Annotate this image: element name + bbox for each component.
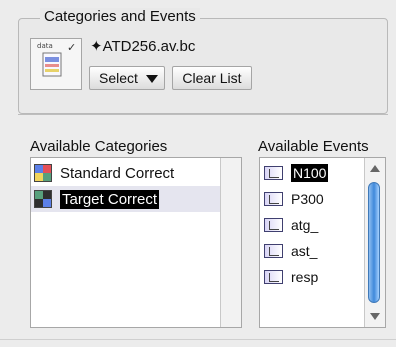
available-events-list[interactable]: N100 P300 atg_ ast_ resp — [259, 157, 386, 328]
event-icon — [264, 166, 283, 180]
file-path-label: ✦ATD256.av.bc — [90, 38, 196, 55]
section-divider — [18, 114, 388, 115]
event-ast[interactable]: ast_ — [260, 238, 365, 264]
clear-list-button[interactable]: Clear List — [172, 66, 252, 90]
checkmark-icon: ✓ — [67, 42, 77, 54]
document-icon — [42, 52, 62, 77]
available-categories-heading: Available Categories — [30, 138, 168, 155]
events-scrollbar[interactable] — [364, 158, 385, 327]
categories-scrollbar[interactable] — [220, 158, 241, 327]
select-button-label: Select — [99, 70, 138, 86]
event-icon — [264, 270, 283, 284]
event-icon — [264, 218, 283, 232]
color-grid-icon — [34, 164, 52, 182]
group-title: Categories and Events — [40, 8, 200, 25]
color-grid-icon — [34, 190, 52, 208]
scroll-down-icon[interactable] — [370, 313, 380, 320]
event-resp[interactable]: resp — [260, 264, 365, 290]
scroll-up-icon[interactable] — [370, 165, 380, 172]
window-bottom-border — [0, 339, 396, 340]
category-standard-correct[interactable]: Standard Correct — [31, 160, 222, 186]
data-file-thumbnail[interactable]: data ✓ — [30, 38, 82, 90]
select-dropdown-button[interactable]: Select — [89, 66, 165, 90]
event-label: resp — [291, 269, 319, 285]
event-n100[interactable]: N100 — [260, 160, 365, 186]
category-target-correct[interactable]: Target Correct — [31, 186, 222, 212]
event-p300[interactable]: P300 — [260, 186, 365, 212]
scroll-thumb[interactable] — [368, 182, 380, 303]
chevron-down-icon — [146, 75, 158, 83]
thumbnail-label: data — [37, 42, 53, 50]
event-label: atg_ — [291, 217, 319, 233]
event-label: ast_ — [291, 243, 318, 259]
event-icon — [264, 192, 283, 206]
category-label: Standard Correct — [60, 164, 175, 182]
categories-events-window: Categories and Events data ✓ ✦ATD256.av.… — [0, 0, 396, 347]
event-icon — [264, 244, 283, 258]
event-label: P300 — [291, 191, 324, 207]
available-categories-list[interactable]: Standard Correct Target Correct — [30, 157, 242, 328]
selected-category-label: Target Correct — [60, 189, 160, 209]
event-atg[interactable]: atg_ — [260, 212, 365, 238]
selected-event-label: N100 — [291, 164, 329, 182]
available-events-heading: Available Events — [258, 138, 369, 155]
